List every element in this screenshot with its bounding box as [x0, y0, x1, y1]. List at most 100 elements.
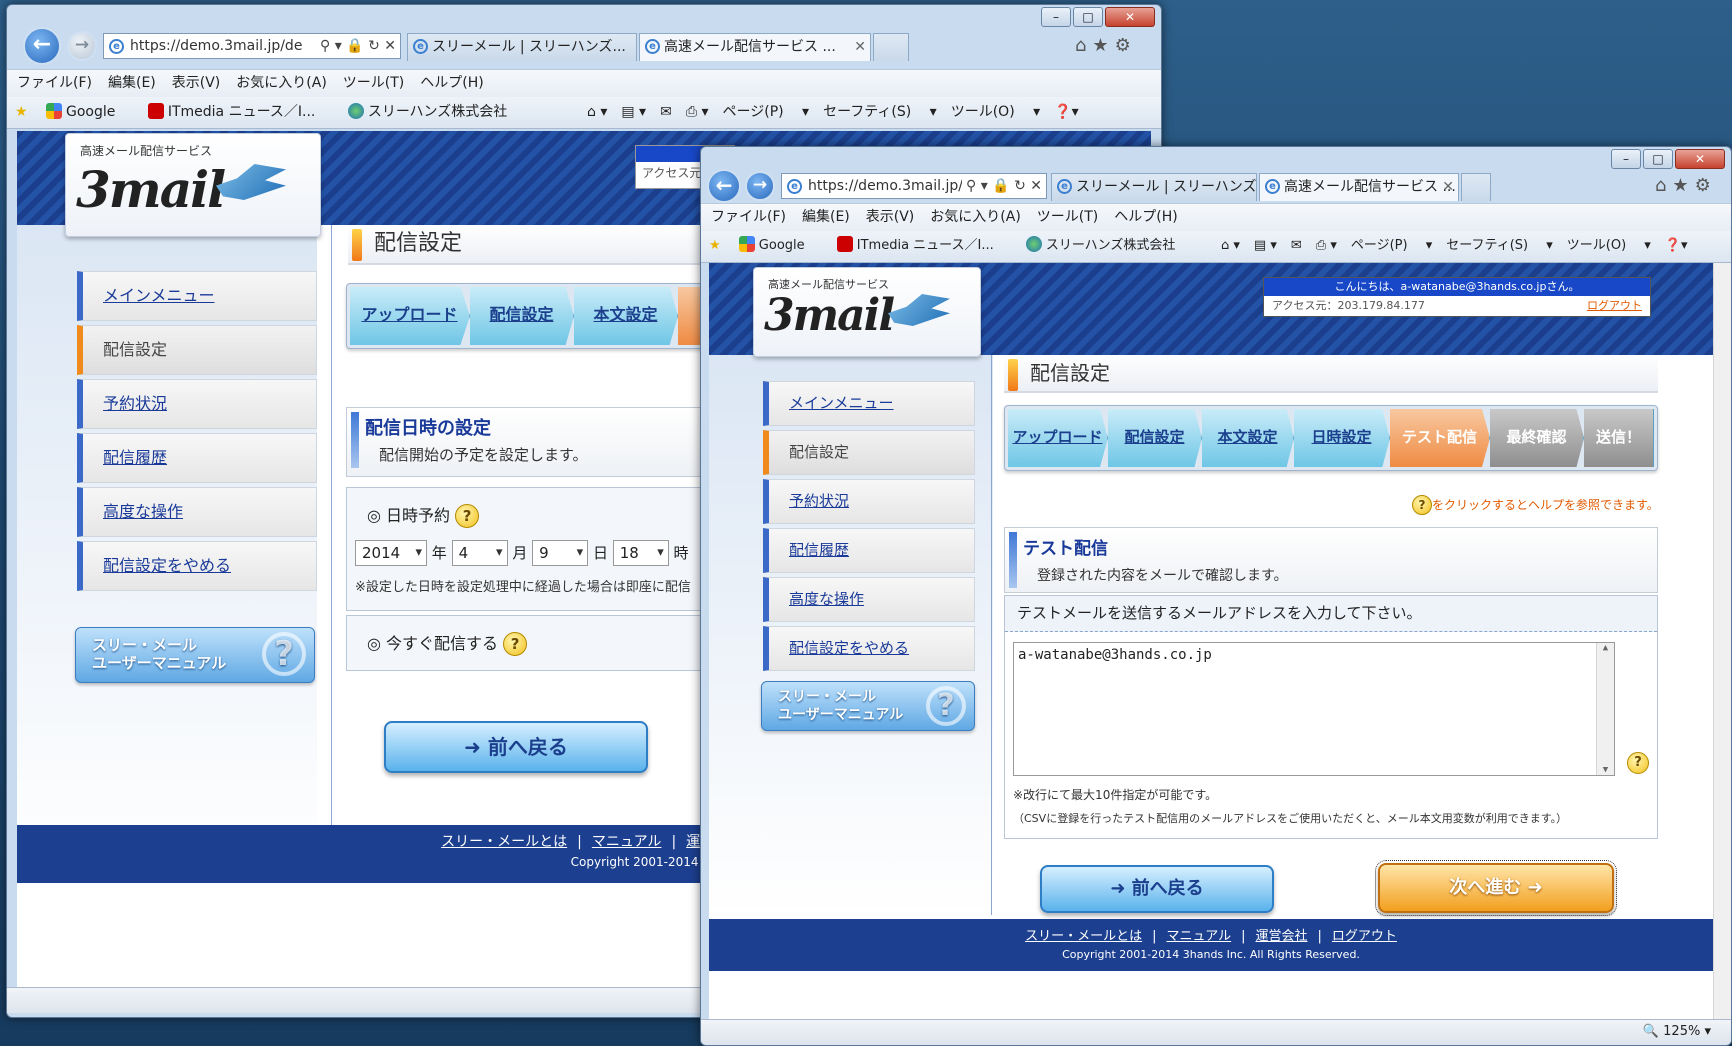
footer-link-manual[interactable]: マニュアル — [592, 834, 662, 850]
back-button[interactable]: ➜ 前へ戻る — [1040, 865, 1274, 913]
hour-select[interactable]: 18 — [612, 540, 669, 566]
step-body[interactable]: 本文設定 — [1202, 409, 1294, 467]
sidebar-item-cancel[interactable]: 配信設定をやめる — [77, 541, 317, 591]
new-tab-button[interactable] — [1461, 173, 1491, 201]
logout-link[interactable]: ログアウト — [1587, 297, 1642, 313]
browser-tools[interactable]: ⌂★⚙ — [1655, 175, 1717, 196]
address-bar[interactable]: e https://demo.3mail.jp/de ⚲ ▾ 🔒 ↻ ✕ — [103, 33, 401, 59]
tab-service[interactable]: e 高速メール配信サービス ... ✕ — [639, 33, 871, 61]
page-menu[interactable]: ページ(P) ▾ — [723, 104, 810, 120]
month-select[interactable]: 4 — [451, 540, 508, 566]
mail-icon[interactable]: ✉ — [660, 104, 672, 120]
help-icon[interactable]: ? — [1627, 752, 1649, 774]
mail-icon[interactable]: ✉ — [1291, 238, 1302, 253]
menu-file[interactable]: ファイル(F) — [17, 75, 92, 91]
close-window-button[interactable]: ✕ — [1675, 149, 1725, 169]
help-icon[interactable]: ? — [503, 632, 528, 656]
fav-itmedia[interactable]: ITmedia ニュース／I... — [836, 236, 1008, 253]
browser-tools[interactable]: ⌂★⚙ — [1075, 35, 1137, 56]
menu-tools[interactable]: ツール(T) — [343, 75, 404, 91]
menu-file[interactable]: ファイル(F) — [711, 209, 786, 225]
favorites-star-icon[interactable]: ★ — [709, 238, 721, 253]
next-button[interactable]: 次へ進む ➜ — [1375, 860, 1617, 916]
close-window-button[interactable]: ✕ — [1105, 7, 1155, 27]
sidebar-item-main-menu[interactable]: メインメニュー — [763, 381, 975, 426]
home-icon[interactable]: ⌂ ▾ — [1221, 238, 1240, 253]
back-nav-button[interactable]: ← — [707, 169, 741, 203]
safety-menu[interactable]: セーフティ(S) ▾ — [823, 104, 937, 120]
help-icon[interactable]: ❓▾ — [1665, 238, 1688, 253]
menu-favorites[interactable]: お気に入り(A) — [236, 75, 327, 91]
menu-view[interactable]: 表示(V) — [172, 75, 221, 91]
help-icon[interactable]: ? — [455, 504, 480, 528]
footer-link-logout[interactable]: ログアウト — [1332, 929, 1397, 944]
page-menu[interactable]: ページ(P) ▾ — [1351, 238, 1432, 253]
tools-menu[interactable]: ツール(O) ▾ — [1567, 238, 1651, 253]
footer-link-manual[interactable]: マニュアル — [1166, 929, 1231, 944]
menu-help[interactable]: ヘルプ(H) — [1114, 209, 1177, 225]
step-delivery[interactable]: 配信設定 — [1108, 409, 1202, 467]
favorites-star-icon[interactable]: ★ — [15, 104, 28, 120]
user-manual-banner[interactable]: スリー・メール ユーザーマニュアル ? — [761, 681, 975, 731]
tab-3mail[interactable]: e スリーメール | スリーハンズ... — [1051, 173, 1257, 201]
sidebar-item-reservations[interactable]: 予約状況 — [77, 379, 317, 429]
sidebar-item-advanced[interactable]: 高度な操作 — [763, 577, 975, 622]
home-icon[interactable]: ⌂ ▾ — [587, 104, 607, 120]
minimize-button[interactable]: – — [1041, 7, 1071, 27]
footer-link-company[interactable]: 運営会社 — [1256, 929, 1308, 944]
site-logo[interactable]: 高速メール配信サービス 3mail — [65, 133, 321, 237]
send-now-radio[interactable]: ◎ 今すぐ配信する ? — [367, 630, 528, 656]
forward-nav-button[interactable]: → — [67, 31, 97, 61]
address-bar[interactable]: e https://demo.3mail.jp/te ⚲ ▾ 🔒 ↻ ✕ — [781, 173, 1047, 199]
step-body[interactable]: 本文設定 — [574, 287, 678, 345]
menu-edit[interactable]: 編集(E) — [802, 209, 850, 225]
tools-menu[interactable]: ツール(O) ▾ — [951, 104, 1040, 120]
sidebar-item-advanced[interactable]: 高度な操作 — [77, 487, 317, 537]
zoom-level[interactable]: 125% — [1663, 1024, 1700, 1039]
footer-link-about[interactable]: スリー・メールとは — [1025, 929, 1142, 944]
print-icon[interactable]: ⎙ ▾ — [1316, 238, 1337, 253]
maximize-button[interactable]: □ — [1073, 7, 1103, 27]
fav-3hands[interactable]: スリーハンズ株式会社 — [347, 103, 521, 120]
close-tab-icon[interactable]: ✕ — [1442, 174, 1454, 200]
textarea-scrollbar[interactable]: ▲ ▼ — [1596, 643, 1614, 775]
forward-nav-button[interactable]: → — [745, 171, 775, 201]
new-tab-button[interactable] — [873, 33, 909, 61]
sidebar-item-history[interactable]: 配信履歴 — [763, 528, 975, 573]
test-email-textarea[interactable]: a-watanabe@3hands.co.jp ▲ ▼ — [1013, 642, 1615, 776]
step-date[interactable]: 日時設定 — [1294, 409, 1390, 467]
fav-itmedia[interactable]: ITmedia ニュース／I... — [147, 103, 330, 120]
safety-menu[interactable]: セーフティ(S) ▾ — [1446, 238, 1553, 253]
schedule-radio[interactable]: ◎ 日時予約 ? — [367, 502, 480, 528]
menu-help[interactable]: ヘルプ(H) — [420, 75, 483, 91]
close-tab-icon[interactable]: ✕ — [854, 34, 866, 60]
tab-3mail[interactable]: e スリーメール | スリーハンズ... — [407, 33, 637, 61]
site-logo[interactable]: 高速メール配信サービス 3mail — [753, 267, 981, 357]
day-select[interactable]: 9 — [532, 540, 589, 566]
sidebar-item-main-menu[interactable]: メインメニュー — [77, 271, 317, 321]
fav-google[interactable]: Google — [738, 236, 819, 253]
help-icon[interactable]: ❓▾ — [1054, 104, 1078, 120]
sidebar-item-history[interactable]: 配信履歴 — [77, 433, 317, 483]
sidebar-item-cancel[interactable]: 配信設定をやめる — [763, 626, 975, 671]
tab-service[interactable]: e 高速メール配信サービス ... ✕ — [1259, 173, 1459, 201]
step-upload[interactable]: アップロード — [350, 287, 470, 345]
back-nav-button[interactable]: ← — [23, 27, 61, 65]
menu-tools[interactable]: ツール(T) — [1037, 209, 1098, 225]
minimize-button[interactable]: – — [1611, 149, 1641, 169]
feed-icon[interactable]: ▤ ▾ — [621, 104, 646, 120]
feed-icon[interactable]: ▤ ▾ — [1254, 238, 1277, 253]
menu-view[interactable]: 表示(V) — [866, 209, 915, 225]
year-select[interactable]: 2014 — [355, 540, 427, 566]
back-button[interactable]: ➜ 前へ戻る — [384, 721, 648, 773]
sidebar-item-reservations[interactable]: 予約状況 — [763, 479, 975, 524]
menu-favorites[interactable]: お気に入り(A) — [930, 209, 1021, 225]
step-delivery[interactable]: 配信設定 — [470, 287, 574, 345]
step-upload[interactable]: アップロード — [1008, 409, 1108, 467]
maximize-button[interactable]: □ — [1643, 149, 1673, 169]
menu-edit[interactable]: 編集(E) — [108, 75, 156, 91]
fav-google[interactable]: Google — [46, 103, 129, 120]
user-manual-banner[interactable]: スリー・メール ユーザーマニュアル ? — [75, 627, 315, 683]
footer-link-about[interactable]: スリー・メールとは — [441, 834, 567, 850]
help-icon[interactable]: ? — [1412, 495, 1432, 515]
